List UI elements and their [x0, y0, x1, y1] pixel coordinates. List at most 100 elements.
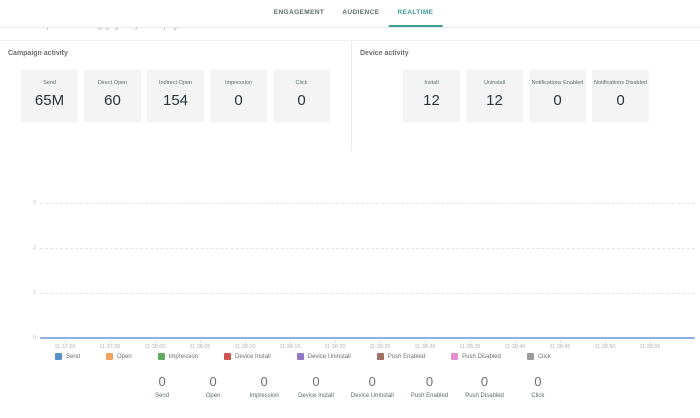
legend-item-device-uninstall[interactable]: Device Uninstall — [297, 353, 351, 360]
campaign-card-click: Click0 — [273, 70, 330, 122]
card-label-install: Install — [403, 80, 460, 86]
card-value-impression: 0 — [210, 92, 267, 109]
stat-value-device-install: 0 — [298, 374, 334, 389]
chart-legend: Send Open Impression Device Install Device U… — [55, 353, 551, 360]
device-card-notifications-enabled: Notifications Enabled0 — [529, 70, 586, 122]
tab-bar: ENGAGEMENTAUDIENCEREALTIME — [0, 0, 700, 28]
stat-label-click: Click — [521, 393, 555, 399]
tabs-group: ENGAGEMENTAUDIENCEREALTIME — [265, 0, 443, 27]
x-tick-label-4: 11:38:10 — [234, 344, 255, 350]
x-tick-label-11: 11:38:45 — [549, 344, 570, 350]
x-tick-mark-13 — [650, 340, 651, 343]
x-tick-mark-8 — [425, 340, 426, 343]
y-tick-label-3: 3 — [24, 200, 36, 206]
legend-label-send: Send — [66, 354, 80, 360]
campaign-activity-section: Campaign activity Send65MDirect Open60In… — [0, 41, 352, 151]
card-value-notifications-disabled: 0 — [592, 92, 649, 109]
x-tick-label-2: 11:38:00 — [144, 344, 165, 350]
legend-item-impression[interactable]: Impression — [158, 353, 198, 360]
activity-sections: Campaign activity Send 65M Direct Open 60 In… — [0, 40, 700, 151]
stat-click: 0 Click — [521, 374, 555, 399]
tab-audience[interactable]: AUDIENCE — [333, 0, 388, 27]
stat-label-send: Send — [145, 393, 179, 399]
stat-device-uninstall: 0Device Uninstall — [351, 374, 394, 399]
x-tick-mark-12 — [605, 340, 606, 343]
campaign-activity-title: Campaign activity — [8, 50, 351, 57]
x-tick-mark-9 — [470, 340, 471, 343]
x-tick-label-10: 11:38:40 — [504, 344, 525, 350]
card-value-install: 12 — [403, 92, 460, 109]
legend-swatch-click — [527, 353, 534, 360]
card-value-uninstall: 12 — [466, 92, 523, 109]
stat-label-impression: Impression — [247, 393, 281, 399]
device-card-install: Install 12 — [403, 70, 460, 122]
stat-open: 0 Open — [196, 374, 230, 399]
card-value-notifications-enabled: 0 — [529, 92, 586, 109]
live-engagement-page: ENGAGEMENTAUDIENCEREALTIME LIVE ENGAGEME… — [0, 0, 700, 418]
campaign-cards: Send65MDirect Open60Indirect Open154Impr… — [0, 70, 351, 122]
stat-label-open: Open — [196, 393, 230, 399]
stat-value-open: 0 — [196, 374, 230, 389]
legend-item-open[interactable]: Open — [106, 353, 132, 360]
legend-item-push-enabled[interactable]: Push Enabled — [377, 353, 425, 360]
legend-label-push-enabled: Push Enabled — [388, 354, 425, 360]
x-tick-label-7: 11:38:25 — [369, 344, 390, 350]
x-tick-mark-11 — [560, 340, 561, 343]
legend-swatch-open — [106, 353, 113, 360]
tab-realtime[interactable]: REALTIME — [388, 0, 442, 27]
card-value-direct-open: 60 — [84, 92, 141, 109]
x-tick-mark-7 — [380, 340, 381, 343]
legend-swatch-push-disabled — [451, 353, 458, 360]
device-card-uninstall: Uninstall12 — [466, 70, 523, 122]
legend-label-open: Open — [117, 354, 132, 360]
stat-value-push-disabled: 0 — [465, 374, 504, 389]
stat-value-click: 0 — [521, 374, 555, 389]
legend-item-click[interactable]: Click — [527, 353, 551, 360]
card-label-direct-open: Direct Open — [84, 80, 141, 86]
x-tick-label-0: 11:37:50 — [54, 344, 75, 350]
device-activity-title: Device activity — [360, 50, 700, 57]
x-tick-mark-3 — [200, 340, 201, 343]
x-tick-label-13: 11:38:55 — [639, 344, 660, 350]
legend-swatch-push-enabled — [377, 353, 384, 360]
legend-label-device-uninstall: Device Uninstall — [308, 354, 351, 360]
realtime-line-chart: 321011:37:5011:37:5511:38:0011:38:0511:3… — [0, 180, 700, 350]
chart-zero-value-line — [40, 337, 695, 339]
x-tick-label-9: 11:38:35 — [459, 344, 480, 350]
stat-value-device-uninstall: 0 — [351, 374, 394, 389]
legend-swatch-device-install — [224, 353, 231, 360]
x-tick-mark-6 — [335, 340, 336, 343]
card-value-send: 65M — [21, 92, 78, 109]
totals-row: 0Send0Open0Impression0Device Install0Dev… — [0, 374, 700, 399]
stat-label-push-enabled: Push Enabled — [411, 393, 448, 399]
y-gridline-2 — [40, 248, 695, 249]
x-tick-label-8: 11:38:30 — [414, 344, 435, 350]
stat-label-push-disabled: Push Disabled — [465, 393, 504, 399]
legend-label-push-disabled: Push Disabled — [462, 354, 501, 360]
card-value-indirect-open: 154 — [147, 92, 204, 109]
stat-value-push-enabled: 0 — [411, 374, 448, 389]
y-gridline-3 — [40, 203, 695, 204]
card-label-send: Send — [21, 80, 78, 86]
legend-label-impression: Impression — [169, 354, 198, 360]
x-tick-mark-4 — [245, 340, 246, 343]
legend-swatch-device-uninstall — [297, 353, 304, 360]
legend-item-send[interactable]: Send — [55, 353, 80, 360]
x-tick-mark-10 — [515, 340, 516, 343]
y-tick-label-0: 0 — [24, 335, 36, 341]
legend-label-device-install: Device Install — [235, 354, 271, 360]
legend-swatch-send — [55, 353, 62, 360]
card-label-click: Click — [273, 80, 330, 86]
x-tick-label-12: 11:38:50 — [594, 344, 615, 350]
x-tick-mark-5 — [290, 340, 291, 343]
y-gridline-1 — [40, 293, 695, 294]
x-tick-mark-1 — [110, 340, 111, 343]
device-cards: Install12Uninstall12Notifications Enable… — [352, 70, 700, 122]
legend-item-push-disabled[interactable]: Push Disabled — [451, 353, 501, 360]
legend-swatch-impression — [158, 353, 165, 360]
tab-engagement[interactable]: ENGAGEMENT — [265, 0, 334, 27]
stat-push-disabled: 0 Push Disabled — [465, 374, 504, 399]
campaign-card-send: Send 65M — [21, 70, 78, 122]
x-tick-label-3: 11:38:05 — [189, 344, 210, 350]
legend-item-device-install[interactable]: Device Install — [224, 353, 271, 360]
